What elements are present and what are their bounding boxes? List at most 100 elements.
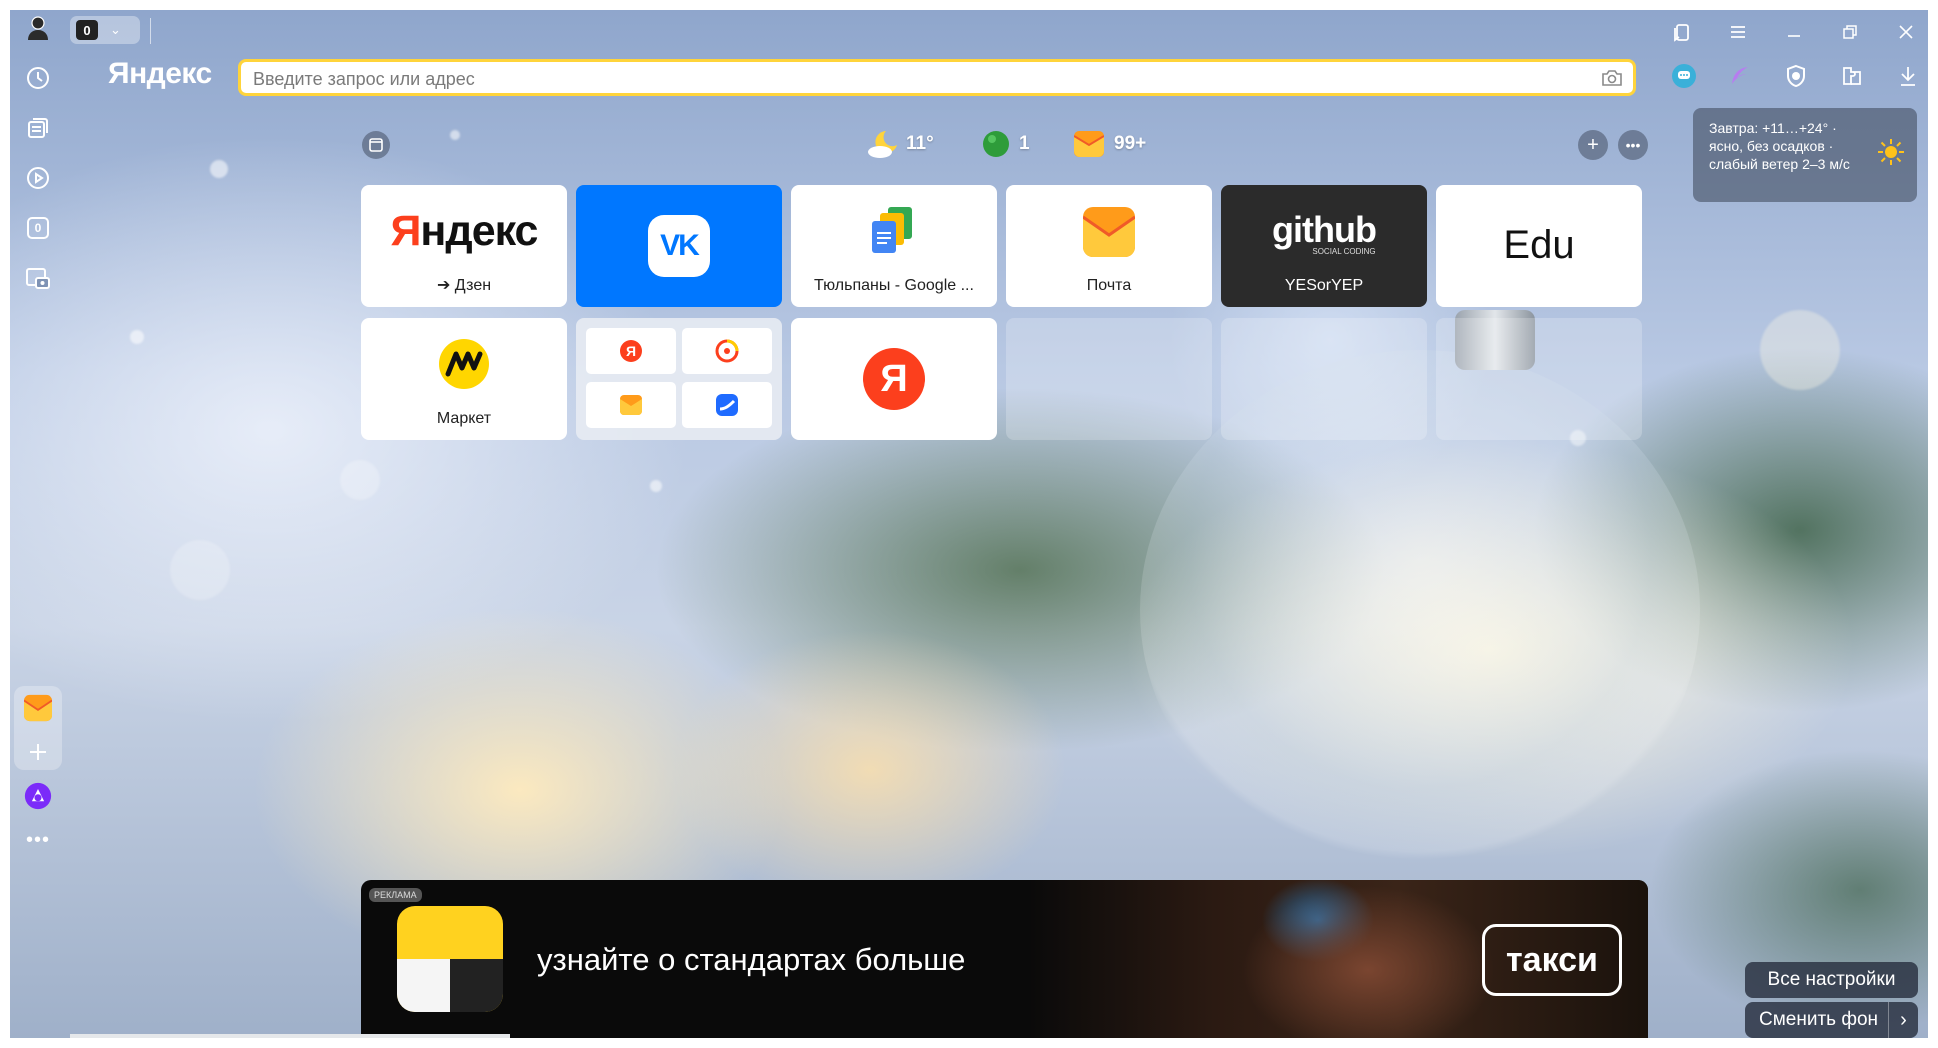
vk-logo-icon: VK [648,215,710,277]
mini-tile-disk[interactable] [682,382,772,428]
tile-empty-slot[interactable] [1436,318,1642,440]
gallery-icon[interactable] [362,131,390,159]
traffic-icon [983,131,1009,157]
mini-tile-music[interactable] [682,328,772,374]
sidebar: 0 ••• [10,10,66,1038]
snow-decoration [450,130,460,140]
yandex-ya-icon: Я [863,348,925,410]
snow-decoration [650,480,662,492]
tile-google-docs[interactable]: Тюльпаны - Google ... [791,185,997,307]
weather-widget[interactable]: 11° [866,127,934,161]
snow-decoration [210,160,228,178]
ad-text: узнайте о стандартах больше [537,942,966,977]
menu-icon[interactable] [1724,18,1752,46]
traffic-score: 1 [1019,133,1030,154]
minimize-icon[interactable] [1780,18,1808,46]
yandex-logo[interactable]: Яндекс [108,57,212,91]
change-background-label: Сменить фон [1759,1009,1879,1030]
search-input[interactable] [253,66,1573,92]
messenger-icon[interactable] [1670,62,1698,90]
all-settings-button[interactable]: Все настройки [1745,962,1918,998]
snow-decoration [130,330,144,344]
market-logo-icon [439,339,489,389]
chevron-down-icon: ⌄ [110,22,121,37]
alice-icon[interactable] [24,782,52,810]
status-strip [70,1034,510,1038]
mail-icon [1074,131,1104,157]
sidebar-tabs-count: 0 [27,217,49,239]
all-settings-label: Все настройки [1767,969,1896,990]
tile-group[interactable]: Я [576,318,782,440]
mail-widget[interactable]: 99+ [1074,127,1146,161]
mail-mini-icon [620,395,642,415]
tile-empty-slot[interactable] [1221,318,1427,440]
tile-label: Почта [1086,277,1132,294]
tile-label: Тюльпаны - Google ... [814,277,974,294]
github-logo: github [1272,209,1377,250]
google-docs-icon [872,207,912,253]
tile-mail[interactable]: Почта [1006,185,1212,307]
tile-vk[interactable]: VK [576,185,782,307]
github-subtitle: SOCIAL CODING [1312,247,1376,256]
change-background-button[interactable]: Сменить фон › [1745,1002,1918,1038]
weather-temp: 11° [906,133,934,154]
more-dots-icon: ••• [1625,137,1641,153]
restore-icon[interactable] [1836,18,1864,46]
tabs-switcher-button[interactable]: 0 ⌄ [70,16,140,44]
add-tile-button[interactable]: + [1578,130,1608,160]
screenshot-icon[interactable] [24,264,52,292]
tile-github[interactable]: github SOCIAL CODING YESorYEP [1221,185,1427,307]
tile-yandex-ya[interactable]: Я [791,318,997,440]
close-icon[interactable] [1892,18,1920,46]
camera-search-icon[interactable] [1601,69,1623,87]
yandex-mini-icon: Я [620,340,642,362]
ad-banner[interactable]: РЕКЛАМА узнайте о стандартах больше такс… [361,880,1648,1038]
music-mini-icon [715,339,739,363]
mail-count: 99+ [1114,133,1147,154]
taxi-logo-icon [397,906,503,1012]
snow-decoration [340,460,380,500]
forecast-text: Завтра: +11…+24° · ясно, без осадков · с… [1709,120,1850,172]
disk-mini-icon [716,394,738,416]
mini-tile-yandex[interactable]: Я [586,328,676,374]
history-icon[interactable] [24,64,52,92]
tile-label: YESorYEP [1284,277,1364,294]
tile-label: Маркет [436,410,492,427]
tile-label: ➔ Дзен [436,277,492,294]
snow-decoration [1760,310,1840,390]
collections-icon[interactable] [24,114,52,142]
browser-window: 0 ••• 0 ⌄ Яндекс Введите запрос или адре… [10,10,1928,1038]
titlebar: 0 ⌄ [10,10,1928,46]
traffic-widget[interactable]: 1 [981,127,1030,161]
mail-logo-icon [1083,207,1135,257]
extensions-icon[interactable] [1838,62,1866,90]
snow-decoration [170,540,230,600]
ad-badge: РЕКЛАМА [369,888,422,902]
moon-cloud-icon [868,131,897,158]
tile-edu[interactable]: Edu [1436,185,1642,307]
tile-empty-slot[interactable] [1006,318,1212,440]
sun-icon [1878,139,1904,165]
yandex-tile-logo: Яндекс [390,207,539,255]
video-play-icon[interactable] [24,164,52,192]
bookmarks-icon[interactable] [1668,18,1696,46]
download-icon[interactable] [1894,62,1922,90]
ad-taxi-button[interactable]: такси [1482,924,1622,996]
more-dots-icon[interactable]: ••• [24,826,52,854]
more-options-button[interactable]: ••• [1618,130,1648,160]
mail-app-icon[interactable] [24,694,52,722]
titlebar-divider [150,18,151,44]
shield-icon[interactable] [1782,62,1810,90]
weather-forecast-card[interactable]: Завтра: +11…+24° · ясно, без осадков · с… [1693,108,1917,202]
tabs-counter-icon[interactable]: 0 [24,214,52,242]
add-app-icon[interactable] [24,738,52,766]
tile-yandex-dzen[interactable]: Яндекс ➔ Дзен [361,185,567,307]
yandex-tile-rest: ндекс [420,207,538,255]
tabs-count-badge: 0 [76,20,98,40]
tile-market[interactable]: Маркет [361,318,567,440]
mini-tile-mail[interactable] [586,382,676,428]
edu-logo: Edu [1503,223,1575,267]
feather-extension-icon[interactable] [1726,62,1754,90]
plus-icon: + [1587,133,1599,156]
omnibox[interactable] [238,59,1636,96]
